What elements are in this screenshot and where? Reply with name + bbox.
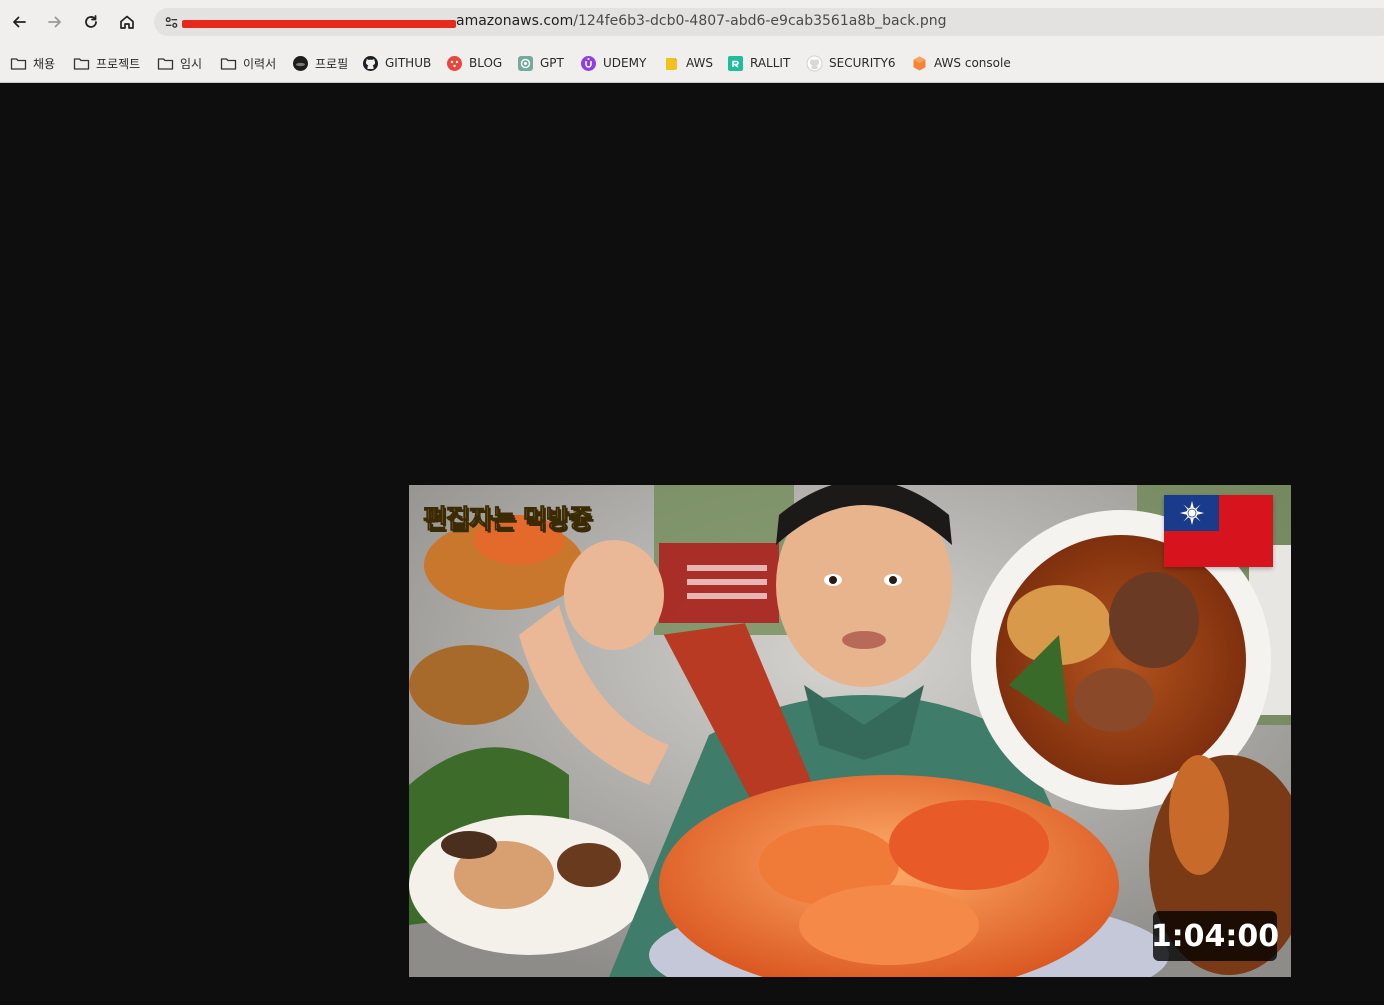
bookmark-udemy[interactable]: UDEMY [580,53,646,73]
folder-icon [10,55,27,72]
reload-icon [85,15,97,28]
home-button[interactable] [114,9,140,35]
bookmark-label: AWS [686,56,714,70]
blog-icon [446,55,463,72]
gpt-icon [517,55,534,72]
bookmark-gpt[interactable]: GPT [517,53,564,73]
bookmark-label: GITHUB [385,56,432,70]
redaction-bar [182,20,456,28]
bookmark-label: RALLIT [750,56,791,70]
displayed-image: 편집자는 먹방중 1:04:00 [409,485,1291,977]
bookmark-label: AWS console [934,56,1011,70]
udemy-icon [580,55,597,72]
folder-icon [157,55,174,72]
forward-button[interactable] [42,9,68,35]
bookmark-folder-projects[interactable]: 프로젝트 [73,53,140,73]
bookmark-folder-temp[interactable]: 임시 [157,53,202,73]
site-info-button[interactable] [160,11,182,33]
bookmark-security6[interactable]: SECURITY6 [806,53,896,73]
bookmark-aws[interactable]: AWS [663,53,713,73]
reload-button[interactable] [78,9,104,35]
sun-icon [1164,495,1219,531]
github-icon [362,55,379,72]
folder-icon [220,55,237,72]
github-icon [806,55,823,72]
bookmark-folder-jobs[interactable]: 채용 [10,53,55,73]
taiwan-flag-image [1164,495,1273,567]
bookmark-label: 이력서 [243,56,277,71]
bookmark-github[interactable]: GITHUB [362,53,431,73]
bookmark-rallit[interactable]: RALLIT [727,53,790,73]
thumbnail-title: 편집자는 먹방중 [423,505,593,536]
aws-console-icon [911,55,928,72]
bookmark-label: 프로젝트 [96,56,141,71]
browser-toolbar: amazonaws.com/124fe6b3-dcb0-4807-abd6-e9… [0,0,1384,44]
video-duration-badge: 1:04:00 [1151,911,1279,961]
bookmark-profile[interactable]: 프로필 [292,53,348,73]
bookmark-label: UDEMY [603,56,647,70]
food-scene-illustration [409,485,1291,977]
bookmarks-bar: 채용 프로젝트 임시 이력서 프로필 GITHUB BLOG GPT UDEMY… [0,44,1384,83]
bookmark-label: 임시 [180,56,203,71]
bookmark-label: 채용 [33,56,56,71]
url-host: amazonaws.com [456,13,574,29]
url-path: /124fe6b3-dcb0-4807-abd6-e9cab3561a8b_ba… [573,13,947,29]
home-icon [120,15,134,29]
bookmark-label: SECURITY6 [829,56,896,70]
profile-icon [292,55,309,72]
tune-icon [165,16,177,28]
bookmark-blog[interactable]: BLOG [446,53,502,73]
arrow-left-icon [13,16,26,28]
address-bar[interactable]: amazonaws.com/124fe6b3-dcb0-4807-abd6-e9… [154,8,1384,36]
back-button[interactable] [6,9,32,35]
rallit-icon [727,55,744,72]
aws-icon [663,55,680,72]
bookmark-label: 프로필 [315,56,349,71]
bookmark-folder-resume[interactable]: 이력서 [220,53,276,73]
folder-icon [73,55,90,72]
bookmark-aws-console[interactable]: AWS console [911,53,1011,73]
bookmark-label: BLOG [469,56,503,70]
arrow-right-icon [48,16,61,28]
bookmark-label: GPT [540,56,564,70]
